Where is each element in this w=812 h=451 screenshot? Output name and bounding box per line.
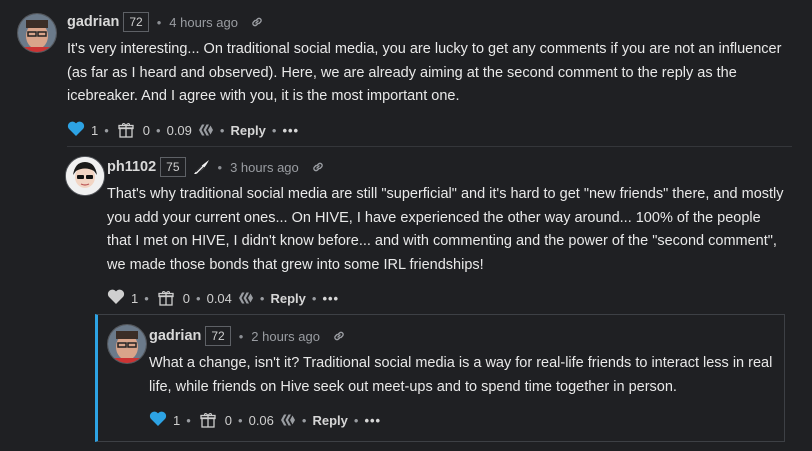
separator: • (104, 122, 109, 138)
comment-meta: gadrian 72 • 4 hours ago (67, 11, 264, 33)
author-name[interactable]: gadrian (67, 14, 119, 30)
separator: • (271, 122, 277, 138)
payout-value[interactable]: 0.04 (207, 291, 232, 306)
comment-meta: gadrian 72 • 2 hours ago (149, 325, 346, 347)
comment-body: It's very interesting... On traditional … (67, 41, 782, 104)
comment-actions: 1 • 0 • 0.09 • Reply • ••• (67, 120, 299, 140)
link-icon[interactable] (332, 329, 346, 343)
comment-actions: 1 • 0 • 0.04 • Reply • ••• (107, 288, 339, 308)
vote-count[interactable]: 1 (173, 413, 180, 428)
link-icon[interactable] (250, 15, 264, 29)
wing-icon (192, 159, 210, 175)
separator: • (217, 159, 223, 175)
separator: • (219, 122, 225, 138)
timestamp[interactable]: 4 hours ago (169, 15, 238, 30)
reputation-badge: 72 (205, 326, 231, 346)
hive-icon (280, 413, 296, 427)
hive-icon (198, 123, 214, 137)
separator: • (238, 328, 244, 344)
avatar[interactable] (65, 156, 105, 196)
author-name[interactable]: ph1102 (107, 159, 156, 175)
gift-icon[interactable] (158, 290, 174, 306)
reputation-badge: 72 (123, 12, 149, 32)
separator: • (144, 290, 149, 306)
payout-value[interactable]: 0.06 (249, 413, 274, 428)
avatar[interactable] (107, 324, 147, 364)
gift-count: 0 (182, 290, 191, 306)
gift-count: 0 (142, 122, 151, 138)
more-options-button[interactable]: ••• (282, 123, 299, 138)
reply-button[interactable]: Reply (312, 413, 347, 428)
reputation-badge: 75 (160, 157, 186, 177)
comment-actions: 1 • 0 • 0.06 • Reply • ••• (149, 410, 381, 430)
divider (67, 146, 792, 147)
author-name[interactable]: gadrian (149, 328, 201, 344)
more-options-button[interactable]: ••• (322, 291, 339, 306)
heart-icon[interactable] (149, 411, 167, 430)
separator: • (353, 412, 359, 428)
separator: • (196, 290, 201, 306)
gift-icon[interactable] (200, 412, 216, 428)
separator: • (259, 290, 265, 306)
gift-count: 0 (224, 412, 233, 428)
separator: • (156, 122, 161, 138)
comment-body: That's why traditional social media are … (107, 186, 784, 273)
separator: • (186, 412, 191, 428)
link-icon[interactable] (311, 160, 325, 174)
comment-meta: ph1102 75 • 3 hours ago (107, 156, 325, 178)
timestamp[interactable]: 2 hours ago (251, 329, 320, 344)
heart-icon[interactable] (107, 289, 125, 308)
vote-count[interactable]: 1 (91, 123, 98, 138)
heart-icon[interactable] (67, 121, 85, 140)
reply-button[interactable]: Reply (270, 291, 305, 306)
vote-count[interactable]: 1 (131, 291, 138, 306)
avatar[interactable] (17, 13, 57, 53)
separator: • (238, 412, 243, 428)
comment-body: What a change, isn't it? Traditional soc… (149, 355, 773, 395)
gift-icon[interactable] (118, 122, 134, 138)
separator: • (311, 290, 317, 306)
timestamp[interactable]: 3 hours ago (230, 160, 299, 175)
reply-button[interactable]: Reply (230, 123, 265, 138)
separator: • (301, 412, 307, 428)
payout-value[interactable]: 0.09 (167, 123, 192, 138)
hive-icon (238, 291, 254, 305)
more-options-button[interactable]: ••• (364, 413, 381, 428)
separator: • (156, 14, 162, 30)
